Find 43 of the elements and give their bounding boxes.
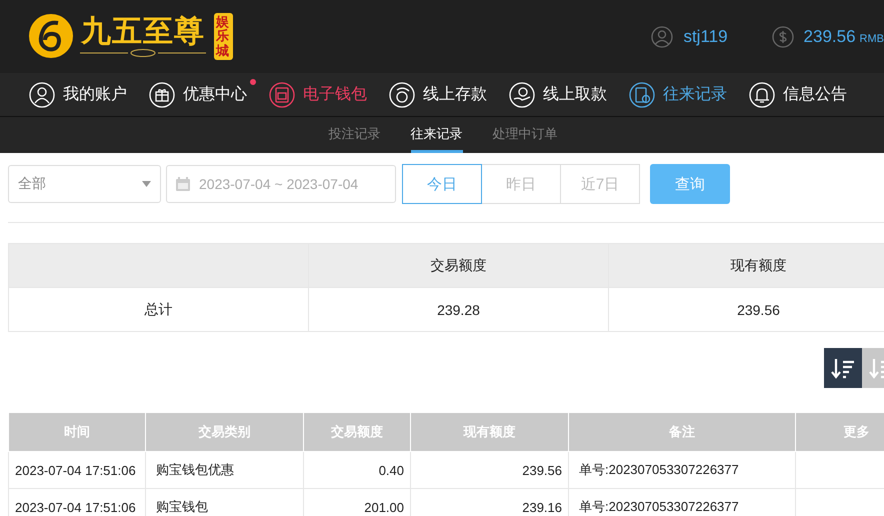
- nav-item[interactable]: 往来记录: [629, 82, 727, 108]
- nav-icon: [269, 82, 295, 108]
- nav-icon: [749, 82, 775, 108]
- nav-icon: [29, 82, 55, 108]
- nav-item[interactable]: 线上取款: [509, 82, 607, 108]
- table-cell: 2023-07-04 17:51:06: [8, 488, 146, 516]
- dollar-icon: [772, 26, 794, 48]
- caret-icon: [142, 181, 151, 187]
- table-cell: 239.28: [308, 288, 608, 332]
- currency-label: RMB: [860, 32, 884, 44]
- column-header: 现有额度: [608, 244, 884, 288]
- balance: 239.56: [804, 26, 856, 46]
- calendar-icon: [175, 176, 191, 192]
- nav-item[interactable]: 优惠中心: [149, 82, 247, 108]
- table-cell: 单号:202307053307226377: [568, 452, 796, 488]
- nav-icon: [389, 82, 415, 108]
- table-cell: 总计: [8, 288, 308, 332]
- nav-item[interactable]: 我的账户: [29, 82, 127, 108]
- nav-item[interactable]: 电子钱包: [269, 82, 367, 108]
- sub-tab[interactable]: 投注记录: [328, 117, 380, 153]
- sub-tab[interactable]: 往来记录: [410, 117, 462, 153]
- logo-emblem-icon: [28, 13, 74, 60]
- column-header: 交易额度: [308, 244, 608, 288]
- period-button[interactable]: 今日: [402, 164, 482, 204]
- user-icon: [651, 26, 674, 48]
- ornament-icon: [78, 49, 208, 58]
- nav-item[interactable]: 信息公告: [749, 82, 847, 108]
- logo-badge: 娱乐城: [214, 13, 233, 60]
- query-button[interactable]: 查询: [650, 164, 730, 204]
- type-select[interactable]: 全部: [8, 165, 161, 203]
- sub-tab[interactable]: 处理中订单: [492, 117, 558, 153]
- table-cell: 239.56: [410, 452, 568, 488]
- logo-title: 九五至尊: [81, 15, 205, 50]
- nav-icon: [149, 82, 175, 108]
- nav-icon: [629, 82, 655, 108]
- table-cell: 2023-07-04 17:51:06: [8, 452, 146, 488]
- sort-button[interactable]: [824, 348, 862, 388]
- table-cell: 0.40: [304, 452, 410, 488]
- nav-item[interactable]: 线上存款: [389, 82, 487, 108]
- username[interactable]: stj119: [683, 26, 728, 46]
- table-cell: 购宝钱包优惠: [146, 452, 304, 488]
- nav-icon: [509, 82, 535, 108]
- date-range-field[interactable]: 2023-07-04 ~ 2023-07-04: [166, 165, 396, 203]
